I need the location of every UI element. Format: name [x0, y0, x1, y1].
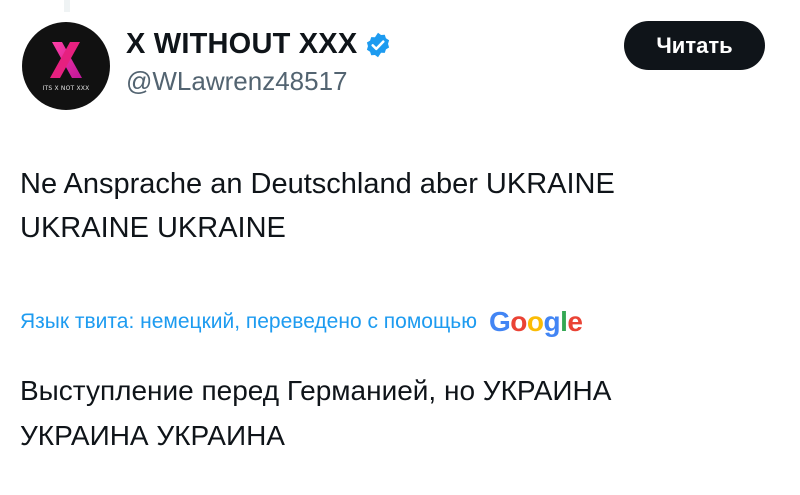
- google-logo: Google: [488, 306, 583, 338]
- tweet-text-line: Ne Ansprache an Deutschland aber UKRAINE: [20, 168, 615, 200]
- google-logo-letter: g: [543, 306, 561, 337]
- tweet-text-line: UKRAINE UKRAINE: [20, 212, 286, 244]
- translation-label[interactable]: Язык твита: немецкий, переведено с помощ…: [20, 310, 477, 334]
- google-logo-letter: o: [510, 306, 527, 337]
- translation-note[interactable]: Язык твита: немецкий, переведено с помощ…: [20, 306, 583, 338]
- translated-text-line: УКРАИНА УКРАИНА: [20, 420, 285, 451]
- tweet-text: Ne Ansprache an Deutschland aber UKRAINE…: [20, 162, 780, 250]
- avatar[interactable]: ITS X NOT XXX: [22, 22, 110, 110]
- google-logo-letter: e: [567, 306, 583, 337]
- avatar-caption: ITS X NOT XXX: [42, 85, 90, 92]
- author-display-name[interactable]: X WITHOUT XXX: [126, 28, 357, 61]
- google-logo-letter: o: [526, 306, 544, 337]
- translated-text-line: Выступление перед Германией, но УКРАИНА: [20, 375, 612, 406]
- tweet-card: ITS X NOT XXX X WITHOUT XXX @WLawrenz485…: [0, 0, 800, 495]
- thread-line: [64, 0, 70, 12]
- translated-text: Выступление перед Германией, но УКРАИНА …: [20, 368, 780, 458]
- author-handle[interactable]: @WLawrenz48517: [126, 66, 348, 97]
- x-logo-icon: [50, 42, 82, 78]
- verified-badge-icon: [367, 32, 390, 57]
- google-logo-letter: G: [488, 306, 511, 337]
- google-logo-letter: l: [560, 306, 568, 337]
- author-name-row: X WITHOUT XXX: [126, 28, 392, 61]
- follow-button[interactable]: Читать: [624, 21, 765, 70]
